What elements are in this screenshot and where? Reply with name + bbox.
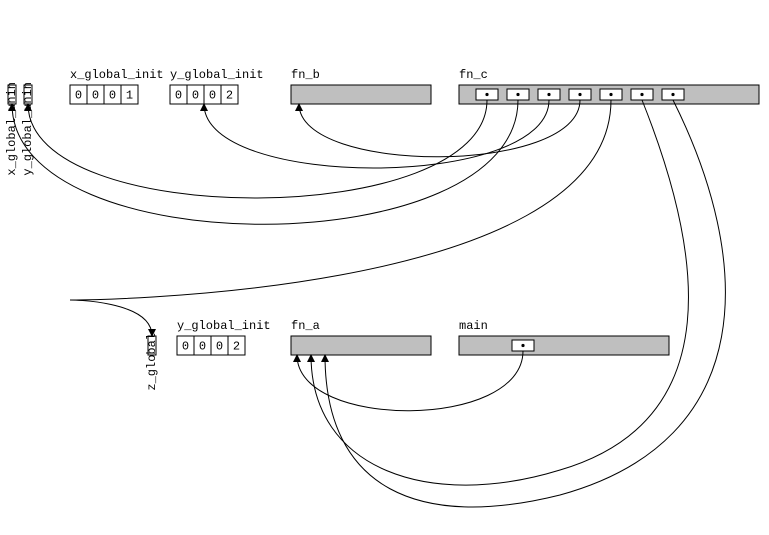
y-global-init-bottom-label: y_global_init	[177, 319, 271, 333]
y-global-init-top-label: y_global_init	[170, 68, 264, 82]
arrow-fnc3-fnb	[299, 100, 580, 157]
fn-c-ptr-0-dot	[485, 93, 488, 96]
fn-c-ptr-5-dot	[640, 93, 643, 96]
y-global-init-bottom-val-2: 0	[216, 340, 223, 354]
fn-a-label: fn_a	[291, 319, 320, 333]
x-global-unin-label: x_global_unin	[5, 82, 19, 176]
y-global-init-top-val-3: 2	[226, 89, 233, 103]
arrow-fnc5-fna	[311, 100, 688, 485]
y-global-init-top-val-2: 0	[209, 89, 216, 103]
y-global-init-top-val-1: 0	[192, 89, 199, 103]
fn-a-box	[291, 336, 431, 355]
arrow-main-fna	[297, 351, 523, 411]
y-global-init-bottom-val-0: 0	[182, 340, 189, 354]
fn-c-ptr-4-dot	[609, 93, 612, 96]
x-global-init-val-3: 1	[126, 89, 133, 103]
memory-diagram: x_global_uniny_global_unin x_global_init 0…	[0, 0, 769, 535]
fn-c-ptr-1-dot	[516, 93, 519, 96]
y-global-init-top-val-0: 0	[175, 89, 182, 103]
fn-c-label: fn_c	[459, 68, 488, 82]
fn-b-label: fn_b	[291, 68, 320, 82]
arrow-fnc2-yinit	[204, 100, 549, 168]
x-global-init-val-0: 0	[75, 89, 82, 103]
x-global-init-val-2: 0	[109, 89, 116, 103]
arrow-fnc6-fna	[325, 100, 725, 507]
arrow-fnc4-zglobal	[70, 100, 611, 336]
y-global-init-bottom-val-1: 0	[199, 340, 206, 354]
x-global-init-label: x_global_init	[70, 68, 164, 82]
arrow-fnc0-yunin	[28, 100, 487, 198]
z-global-label: z_global	[145, 333, 159, 391]
fn-c-ptr-6-dot	[671, 93, 674, 96]
main-ptr-0-dot	[521, 344, 524, 347]
x-global-init-val-1: 0	[92, 89, 99, 103]
fn-b-box	[291, 85, 431, 104]
y-global-init-bottom-val-3: 2	[233, 340, 240, 354]
fn-c-ptr-2-dot	[547, 93, 550, 96]
main-box	[459, 336, 669, 355]
arrow-fnc1-xunin	[12, 100, 518, 224]
fn-c-ptr-3-dot	[578, 93, 581, 96]
y-global-unin-label: y_global_unin	[21, 82, 35, 176]
main-label: main	[459, 319, 488, 333]
